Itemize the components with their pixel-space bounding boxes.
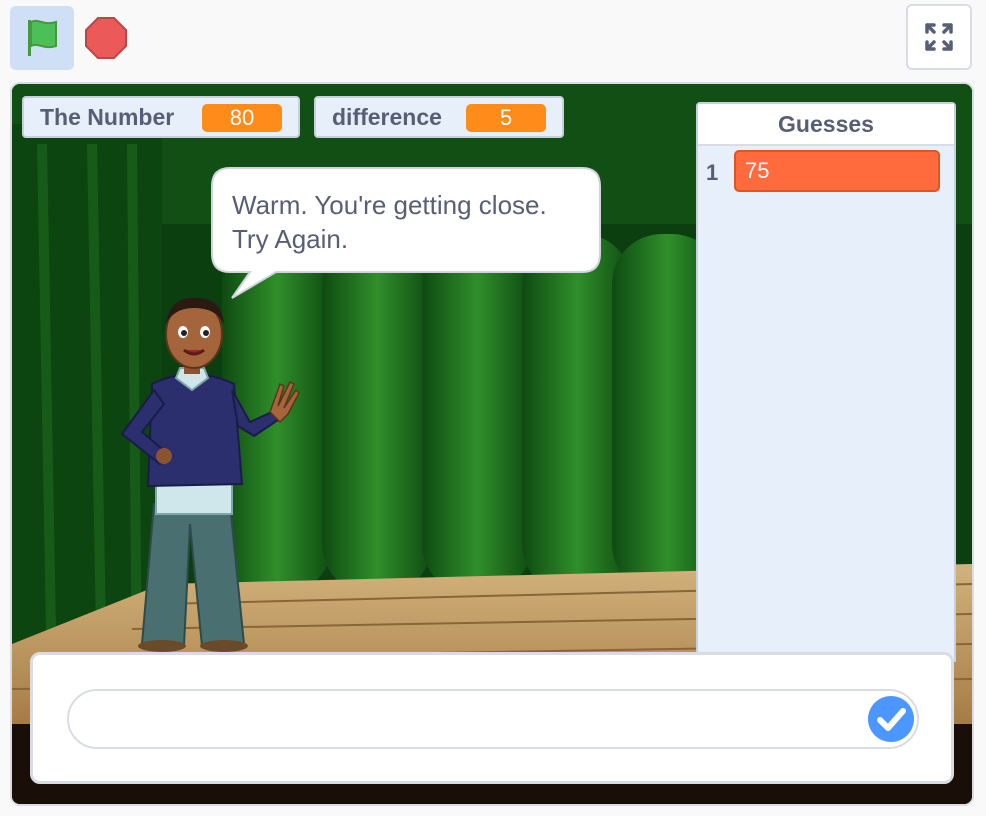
list-title: Guesses [698,104,954,146]
stop-button[interactable] [82,14,130,62]
list-monitor-guesses[interactable]: Guesses 1 75 [696,102,956,662]
speech-bubble: Warm. You're getting close. Try Again. [210,166,602,306]
fullscreen-icon [925,23,953,51]
green-flag-icon [28,19,57,56]
list-item-value[interactable]: 75 [734,150,940,192]
variable-label: The Number [40,103,175,130]
green-flag-button[interactable] [10,6,74,70]
list-item[interactable]: 1 75 [698,150,954,194]
speech-text-line-1: Warm. You're getting close. [232,190,547,220]
variable-monitor-the-number[interactable]: The Number 80 [22,96,300,138]
ask-answer-input[interactable] [67,689,919,749]
variable-monitor-difference[interactable]: difference 5 [314,96,564,138]
stage[interactable]: The Number 80 difference 5 Warm. You're … [10,82,974,806]
speech-text-line-2: Try Again. [232,224,349,254]
variable-value: 5 [466,104,546,132]
list-item-index: 1 [706,160,719,185]
ask-prompt-panel [30,652,954,784]
variable-value: 80 [202,104,282,132]
stop-sign-icon [85,17,127,59]
checkmark-icon[interactable] [867,695,915,743]
fullscreen-button[interactable] [906,4,972,70]
character-sprite[interactable] [112,294,302,654]
variable-label: difference [332,103,442,130]
